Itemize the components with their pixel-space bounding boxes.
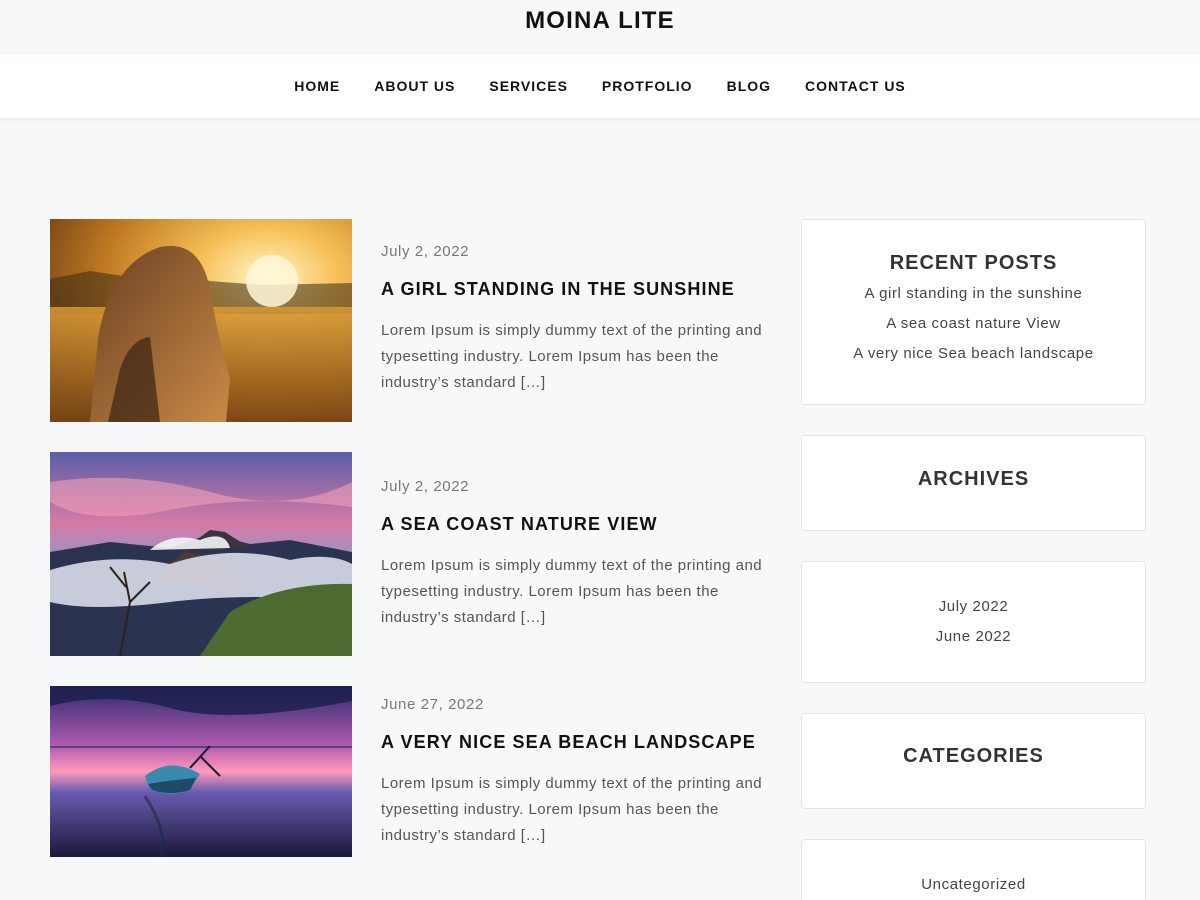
widget-categories-header: CATEGORIES bbox=[801, 713, 1146, 809]
post-excerpt: Lorem Ipsum is simply dummy text of the … bbox=[381, 557, 763, 626]
sea-beach-image bbox=[50, 686, 352, 857]
nav-item-blog[interactable]: BLOG bbox=[727, 78, 771, 94]
recent-posts-list: A girl standing in the sunshine A sea co… bbox=[802, 279, 1145, 369]
post-date: July 2, 2022 bbox=[381, 243, 470, 260]
archives-list: July 2022 June 2022 bbox=[802, 592, 1145, 652]
post-item: June 27, 2022 A VERY NICE SEA BEACH LAND… bbox=[50, 686, 765, 857]
widget-archives-header: ARCHIVES bbox=[801, 435, 1146, 531]
sea-coast-image bbox=[50, 452, 352, 656]
post-item: July 2, 2022 A SEA COAST NATURE VIEW Lor… bbox=[50, 452, 765, 656]
post-title-link[interactable]: A GIRL STANDING IN THE SUNSHINE bbox=[381, 279, 765, 300]
site-header: MOINA LITE bbox=[0, 0, 1200, 54]
post-thumbnail-sea-beach[interactable] bbox=[50, 686, 352, 857]
post-date: July 2, 2022 bbox=[381, 478, 470, 495]
nav-item-home[interactable]: HOME bbox=[294, 78, 340, 94]
nav-item-contact-us[interactable]: CONTACT US bbox=[805, 78, 906, 94]
archive-link-july-2022[interactable]: July 2022 bbox=[802, 592, 1145, 622]
widget-title: ARCHIVES bbox=[917, 468, 1030, 490]
recent-post-link[interactable]: A girl standing in the sunshine bbox=[802, 279, 1145, 309]
nav-item-services[interactable]: SERVICES bbox=[489, 78, 568, 94]
recent-post-link[interactable]: A sea coast nature View bbox=[802, 309, 1145, 339]
archive-link-june-2022[interactable]: June 2022 bbox=[802, 622, 1145, 652]
sunshine-girl-image bbox=[50, 219, 352, 422]
main-navigation: HOME ABOUT US SERVICES PROTFOLIO BLOG CO… bbox=[0, 54, 1200, 118]
post-thumbnail-sunshine-girl[interactable] bbox=[50, 219, 352, 422]
post-meta: July 2, 2022 A SEA COAST NATURE VIEW Lor… bbox=[381, 478, 765, 631]
widget-archives-list: July 2022 June 2022 bbox=[801, 561, 1146, 683]
post-excerpt: Lorem Ipsum is simply dummy text of the … bbox=[381, 322, 763, 391]
widget-title: CATEGORIES bbox=[903, 745, 1044, 767]
post-item: July 2, 2022 A GIRL STANDING IN THE SUNS… bbox=[50, 219, 765, 422]
post-thumbnail-sea-coast[interactable] bbox=[50, 452, 352, 656]
post-date: June 27, 2022 bbox=[381, 696, 484, 713]
nav-item-about-us[interactable]: ABOUT US bbox=[374, 78, 455, 94]
post-title-link[interactable]: A VERY NICE SEA BEACH LANDSCAPE bbox=[381, 732, 765, 753]
categories-list: Uncategorized bbox=[802, 870, 1145, 900]
widget-categories-list: Uncategorized bbox=[801, 839, 1146, 900]
site-title[interactable]: MOINA LITE bbox=[525, 7, 675, 35]
post-meta: June 27, 2022 A VERY NICE SEA BEACH LAND… bbox=[381, 696, 765, 849]
post-meta: July 2, 2022 A GIRL STANDING IN THE SUNS… bbox=[381, 243, 765, 396]
widget-recent-posts: RECENT POSTS A girl standing in the suns… bbox=[801, 219, 1146, 405]
recent-post-link[interactable]: A very nice Sea beach landscape bbox=[802, 339, 1145, 369]
category-link-uncategorized[interactable]: Uncategorized bbox=[802, 870, 1145, 900]
post-excerpt: Lorem Ipsum is simply dummy text of the … bbox=[381, 775, 763, 844]
post-title-link[interactable]: A SEA COAST NATURE VIEW bbox=[381, 514, 765, 535]
nav-item-portfolio[interactable]: PROTFOLIO bbox=[602, 78, 693, 94]
widget-title: RECENT POSTS bbox=[889, 252, 1058, 274]
